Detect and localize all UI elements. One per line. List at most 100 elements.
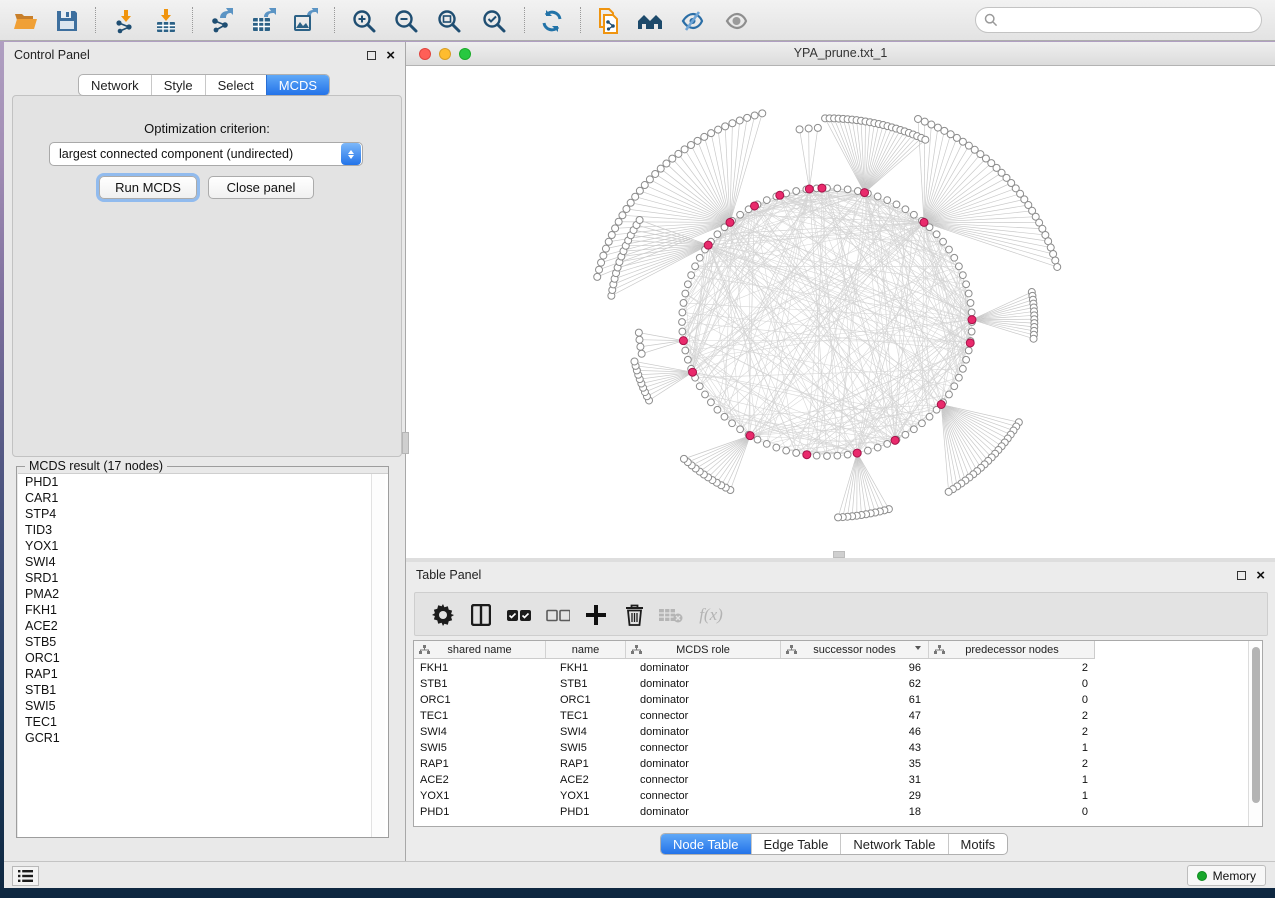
table-row[interactable]: RAP1RAP1dominator352 xyxy=(414,756,1095,772)
table-settings-gear-icon[interactable] xyxy=(430,602,456,628)
table-scrollbar[interactable] xyxy=(1248,641,1262,826)
close-panel-button[interactable]: Close panel xyxy=(208,176,314,199)
status-bar: Memory xyxy=(4,861,1275,888)
show-all-icon[interactable] xyxy=(722,7,750,35)
close-panel-icon[interactable]: × xyxy=(386,51,395,60)
table-cell: PHD1 xyxy=(545,806,625,818)
table-row[interactable]: YOX1YOX1connector291 xyxy=(414,788,1095,804)
tab-select[interactable]: Select xyxy=(205,75,266,95)
open-session-icon[interactable] xyxy=(11,7,39,35)
clone-network-icon[interactable] xyxy=(594,7,622,35)
mcds-result-item[interactable]: STB5 xyxy=(18,634,388,650)
network-view-canvas[interactable] xyxy=(406,66,1275,558)
column-header-successor-nodes[interactable]: successor nodes xyxy=(780,641,928,658)
first-neighbors-icon[interactable] xyxy=(636,7,664,35)
mcds-result-item[interactable]: GCR1 xyxy=(18,730,388,746)
create-column-icon[interactable] xyxy=(583,602,609,628)
export-table-icon[interactable] xyxy=(249,7,277,35)
search-field[interactable] xyxy=(975,7,1262,33)
table-cell: YOX1 xyxy=(545,790,625,802)
mcds-result-item[interactable]: ORC1 xyxy=(18,650,388,666)
optimization-criterion-label: Optimization criterion: xyxy=(13,121,401,136)
tab-network[interactable]: Network xyxy=(79,75,151,95)
save-session-icon[interactable] xyxy=(53,7,81,35)
mcds-result-item[interactable]: YOX1 xyxy=(18,538,388,554)
export-image-icon[interactable] xyxy=(291,7,319,35)
table-row[interactable]: FKH1FKH1dominator962 xyxy=(414,660,1095,676)
tab-mcds[interactable]: MCDS xyxy=(266,75,329,95)
hide-selected-icon[interactable] xyxy=(678,7,706,35)
optimization-criterion-select[interactable]: largest connected component (undirected) xyxy=(49,142,363,166)
table-row[interactable]: TEC1TEC1connector472 xyxy=(414,708,1095,724)
table-cell: 0 xyxy=(928,694,1095,706)
zoom-out-icon[interactable] xyxy=(392,7,420,35)
tab-motifs[interactable]: Motifs xyxy=(948,834,1008,854)
zoom-fit-icon[interactable] xyxy=(435,7,463,35)
table-cell: TEC1 xyxy=(414,710,545,722)
table-cell: SWI5 xyxy=(545,742,625,754)
table-cell: dominator xyxy=(625,758,780,770)
panel-splitter-vertical[interactable] xyxy=(402,432,409,454)
float-panel-icon[interactable] xyxy=(367,51,376,60)
table-row[interactable]: STB1STB1dominator620 xyxy=(414,676,1095,692)
mcds-result-item[interactable]: FKH1 xyxy=(18,602,388,618)
table-cell: 1 xyxy=(928,774,1095,786)
zoom-in-icon[interactable] xyxy=(350,7,378,35)
column-header-shared-name[interactable]: shared name xyxy=(414,641,545,658)
table-panel: Table Panel × xyxy=(406,562,1275,861)
table-row[interactable]: SWI4SWI4dominator462 xyxy=(414,724,1095,740)
mcds-result-item[interactable]: ACE2 xyxy=(18,618,388,634)
tab-node-table[interactable]: Node Table xyxy=(661,834,751,854)
select-all-rows-icon[interactable] xyxy=(506,602,532,628)
mcds-result-item[interactable]: STP4 xyxy=(18,506,388,522)
mcds-result-item[interactable]: RAP1 xyxy=(18,666,388,682)
mcds-result-item[interactable]: SWI5 xyxy=(18,698,388,714)
mcds-result-item[interactable]: TEC1 xyxy=(18,714,388,730)
mcds-result-item[interactable]: PHD1 xyxy=(18,474,388,490)
mcds-list-scrollbar[interactable] xyxy=(371,474,385,837)
memory-button[interactable]: Memory xyxy=(1187,865,1266,886)
tab-network-table[interactable]: Network Table xyxy=(840,834,947,854)
import-network-icon[interactable] xyxy=(112,7,140,35)
select-stepper-icon xyxy=(341,143,361,165)
zoom-selected-icon[interactable] xyxy=(480,7,508,35)
table-cell: 2 xyxy=(928,662,1095,674)
tab-edge-table[interactable]: Edge Table xyxy=(751,834,841,854)
deselect-all-rows-icon[interactable] xyxy=(545,602,571,628)
app-window: Control Panel × Network Style Select MCD… xyxy=(0,0,1275,898)
table-row[interactable]: ORC1ORC1dominator610 xyxy=(414,692,1095,708)
table-row[interactable]: ACE2ACE2connector311 xyxy=(414,772,1095,788)
mcds-result-item[interactable]: SWI4 xyxy=(18,554,388,570)
table-scrollbar-thumb[interactable] xyxy=(1252,647,1260,803)
mcds-result-item[interactable]: SRD1 xyxy=(18,570,388,586)
delete-column-trash-icon[interactable] xyxy=(621,602,647,628)
column-header-MCDS-role[interactable]: MCDS role xyxy=(625,641,780,658)
refresh-view-icon[interactable] xyxy=(538,7,566,35)
table-cell: 2 xyxy=(928,710,1095,722)
import-table-icon[interactable] xyxy=(152,7,180,35)
show-columns-icon[interactable] xyxy=(468,602,494,628)
table-cell: 46 xyxy=(780,726,928,738)
table-cell: 0 xyxy=(928,806,1095,818)
network-scrollbar-handle[interactable] xyxy=(833,551,845,558)
export-network-icon[interactable] xyxy=(207,7,235,35)
task-history-button[interactable] xyxy=(12,866,39,886)
run-mcds-button[interactable]: Run MCDS xyxy=(99,176,197,199)
column-header-name[interactable]: name xyxy=(545,641,625,658)
control-panel-tab-bar: Network Style Select MCDS xyxy=(78,74,330,96)
close-panel-icon[interactable]: × xyxy=(1256,571,1265,580)
mcds-result-item[interactable]: TID3 xyxy=(18,522,388,538)
search-input[interactable] xyxy=(1003,13,1261,27)
table-cell: 1 xyxy=(928,790,1095,802)
column-header-predecessor-nodes[interactable]: predecessor nodes xyxy=(928,641,1095,658)
tab-style[interactable]: Style xyxy=(151,75,205,95)
mcds-result-item[interactable]: CAR1 xyxy=(18,490,388,506)
table-row[interactable]: SWI5SWI5connector431 xyxy=(414,740,1095,756)
table-cell: 0 xyxy=(928,678,1095,690)
float-panel-icon[interactable] xyxy=(1237,571,1246,580)
table-row[interactable]: PHD1PHD1dominator180 xyxy=(414,804,1095,820)
node-table: shared namenameMCDS rolesuccessor nodesp… xyxy=(413,640,1263,827)
mcds-result-item[interactable]: STB1 xyxy=(18,682,388,698)
table-cell: ACE2 xyxy=(545,774,625,786)
mcds-result-item[interactable]: PMA2 xyxy=(18,586,388,602)
